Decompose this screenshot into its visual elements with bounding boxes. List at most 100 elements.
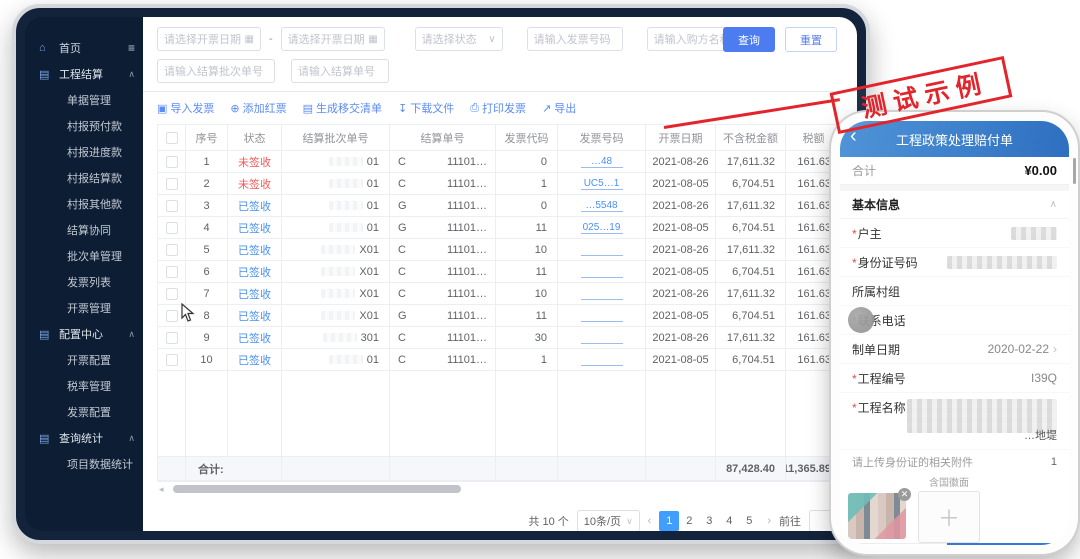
toolbar-export[interactable]: ↗导出 — [542, 100, 576, 116]
sidebar-group-2[interactable]: ▤查询统计∧ — [25, 425, 143, 451]
amount-cell: 17,611.32 — [716, 327, 786, 349]
page-1[interactable]: 1 — [659, 511, 679, 531]
remove-photo-icon[interactable]: ✕ — [898, 488, 911, 501]
page-size-select[interactable]: 10条/页 ∨ — [577, 510, 640, 531]
row-checkbox[interactable] — [166, 332, 178, 344]
sidebar-item[interactable]: 村报进度款 — [25, 139, 143, 165]
settle-no-cell: G11101… — [390, 195, 496, 217]
batch-no-value: 01 — [367, 354, 379, 366]
row-checkbox[interactable] — [166, 244, 178, 256]
batch-no-input[interactable]: 请输入结算批次单号 — [157, 59, 275, 83]
sidebar-group-1[interactable]: ▤配置中心∧ — [25, 321, 143, 347]
document-icon: ▤ — [39, 432, 53, 445]
table-row: 3已签收01G11101…0…55482021-08-2617,611.3216… — [158, 195, 843, 217]
chevron-up-icon: ∧ — [128, 329, 135, 340]
sidebar-item[interactable]: 结算协同 — [25, 217, 143, 243]
batch-no-cell: 01 — [282, 217, 390, 239]
row-checkbox[interactable] — [166, 310, 178, 322]
add-photo-button[interactable]: ＋ — [918, 491, 980, 543]
invoice-no-link[interactable]: …5548 — [581, 200, 623, 212]
row-checkbox[interactable] — [166, 266, 178, 278]
amount-cell: 6,704.51 — [716, 349, 786, 371]
invoice-no-link[interactable] — [581, 288, 623, 300]
row-checkbox[interactable] — [166, 200, 178, 212]
invoice-no-link[interactable] — [581, 354, 623, 366]
row-index-cell: 5 — [186, 239, 228, 261]
required-asterisk: * — [852, 227, 857, 241]
row-checkbox[interactable] — [166, 156, 178, 168]
collapse-sidebar-icon[interactable]: ≡ — [128, 41, 135, 55]
scroll-left-arrow-icon[interactable]: ◂ — [159, 484, 164, 495]
empty-cell — [390, 371, 496, 457]
toolbar-download-file[interactable]: ↧下载文件 — [398, 100, 454, 116]
settle-no-cell: C11101… — [390, 349, 496, 371]
status-placeholder: 请选择状态 — [422, 31, 485, 47]
mobile-total-row: 合计 ¥0.00 — [840, 157, 1069, 185]
page-3[interactable]: 3 — [699, 511, 719, 531]
row-index-cell: 8 — [186, 305, 228, 327]
invoice-no-link[interactable]: UC5…1 — [581, 178, 623, 190]
chevron-down-icon: ∨ — [488, 34, 495, 45]
amount-cell: 17,611.32 — [716, 151, 786, 173]
invoice-no-link[interactable]: 025…19 — [581, 222, 623, 234]
id-card-photo[interactable]: ✕ — [848, 493, 906, 539]
submit-button[interactable]: 提交 — [947, 543, 1069, 545]
start-date-input[interactable]: 请选择开票日期 ▦ — [157, 27, 261, 51]
page-2[interactable]: 2 — [679, 511, 699, 531]
sum-empty — [496, 457, 558, 481]
column-header: 序号 — [186, 125, 228, 151]
toolbar-add-red-invoice[interactable]: ⊕添加红票 — [230, 100, 286, 116]
toolbar-import-invoice[interactable]: ▣导入发票 — [157, 100, 214, 116]
row-checkbox[interactable] — [166, 222, 178, 234]
status-cell: 已签收 — [228, 283, 282, 305]
sidebar-item[interactable]: 单据管理 — [25, 87, 143, 113]
table-row: 8已签收X01G11101…11 2021-08-056,704.51161.6… — [158, 305, 843, 327]
reset-button[interactable]: 重置 — [785, 27, 837, 52]
sidebar-item[interactable]: 村报结算款 — [25, 165, 143, 191]
status-select[interactable]: 请选择状态 ∨ — [415, 27, 503, 51]
select-all-checkbox[interactable] — [166, 132, 178, 144]
sidebar-item[interactable]: 发票列表 — [25, 269, 143, 295]
prev-page-icon[interactable]: ‹ — [648, 515, 652, 527]
next-page-icon[interactable]: › — [767, 515, 771, 527]
sidebar-item[interactable]: 开票管理 — [25, 295, 143, 321]
invoice-date-cell: 2021-08-26 — [646, 195, 716, 217]
save-draft-button[interactable]: 暂存 — [840, 543, 947, 545]
status-cell: 已签收 — [228, 217, 282, 239]
sidebar-item[interactable]: 村报预付款 — [25, 113, 143, 139]
invoice-no-input[interactable]: 请输入发票号码 — [527, 27, 623, 51]
batch-no-cell: 01 — [282, 151, 390, 173]
row-index-cell: 3 — [186, 195, 228, 217]
end-date-input[interactable]: 请选择开票日期 ▦ — [281, 27, 385, 51]
sidebar-item[interactable]: 村报其他款 — [25, 191, 143, 217]
field-制单日期: 制单日期2020-02-22› — [840, 335, 1069, 364]
settle-no-input[interactable]: 请输入结算单号 — [291, 59, 389, 83]
invoice-no-link[interactable] — [581, 266, 623, 278]
search-button[interactable]: 查询 — [723, 27, 775, 52]
sidebar-item[interactable]: 税率管理 — [25, 373, 143, 399]
row-checkbox[interactable] — [166, 178, 178, 190]
sidebar-item-home[interactable]: ⌂ 首页 ≡ — [25, 35, 143, 61]
sidebar-item[interactable]: 发票配置 — [25, 399, 143, 425]
settle-no-value: 11101… — [447, 354, 487, 366]
mobile-preview: ‹ 工程政策处理赔付单 合计 ¥0.00 基本信息 ∧ *户主*身份证号码所属村… — [831, 112, 1078, 554]
pagination-total: 共 10 个 — [528, 513, 568, 529]
toolbar-print-invoice[interactable]: ⎙打印发票 — [470, 100, 526, 116]
sidebar-item[interactable]: 批次单管理 — [25, 243, 143, 269]
basic-info-section[interactable]: 基本信息 ∧ — [840, 191, 1069, 219]
page-4[interactable]: 4 — [719, 511, 739, 531]
invoice-no-link[interactable]: …48 — [581, 156, 623, 168]
page-5[interactable]: 5 — [739, 511, 759, 531]
invoice-no-link[interactable] — [581, 332, 623, 344]
mobile-title: 工程政策处理赔付单 — [896, 130, 1013, 149]
invoice-no-link[interactable] — [581, 310, 623, 322]
row-checkbox[interactable] — [166, 354, 178, 366]
sidebar-item[interactable]: 开票配置 — [25, 347, 143, 373]
horizontal-scrollbar-thumb[interactable] — [173, 485, 461, 493]
settle-no-prefix: G — [398, 310, 407, 322]
invoice-no-link[interactable] — [581, 244, 623, 256]
sidebar-group-0[interactable]: ▤工程结算∧ — [25, 61, 143, 87]
toolbar-generate-list[interactable]: ▤生成移交清单 — [303, 100, 382, 116]
sidebar-item[interactable]: 项目数据统计 — [25, 451, 143, 477]
row-checkbox[interactable] — [166, 288, 178, 300]
